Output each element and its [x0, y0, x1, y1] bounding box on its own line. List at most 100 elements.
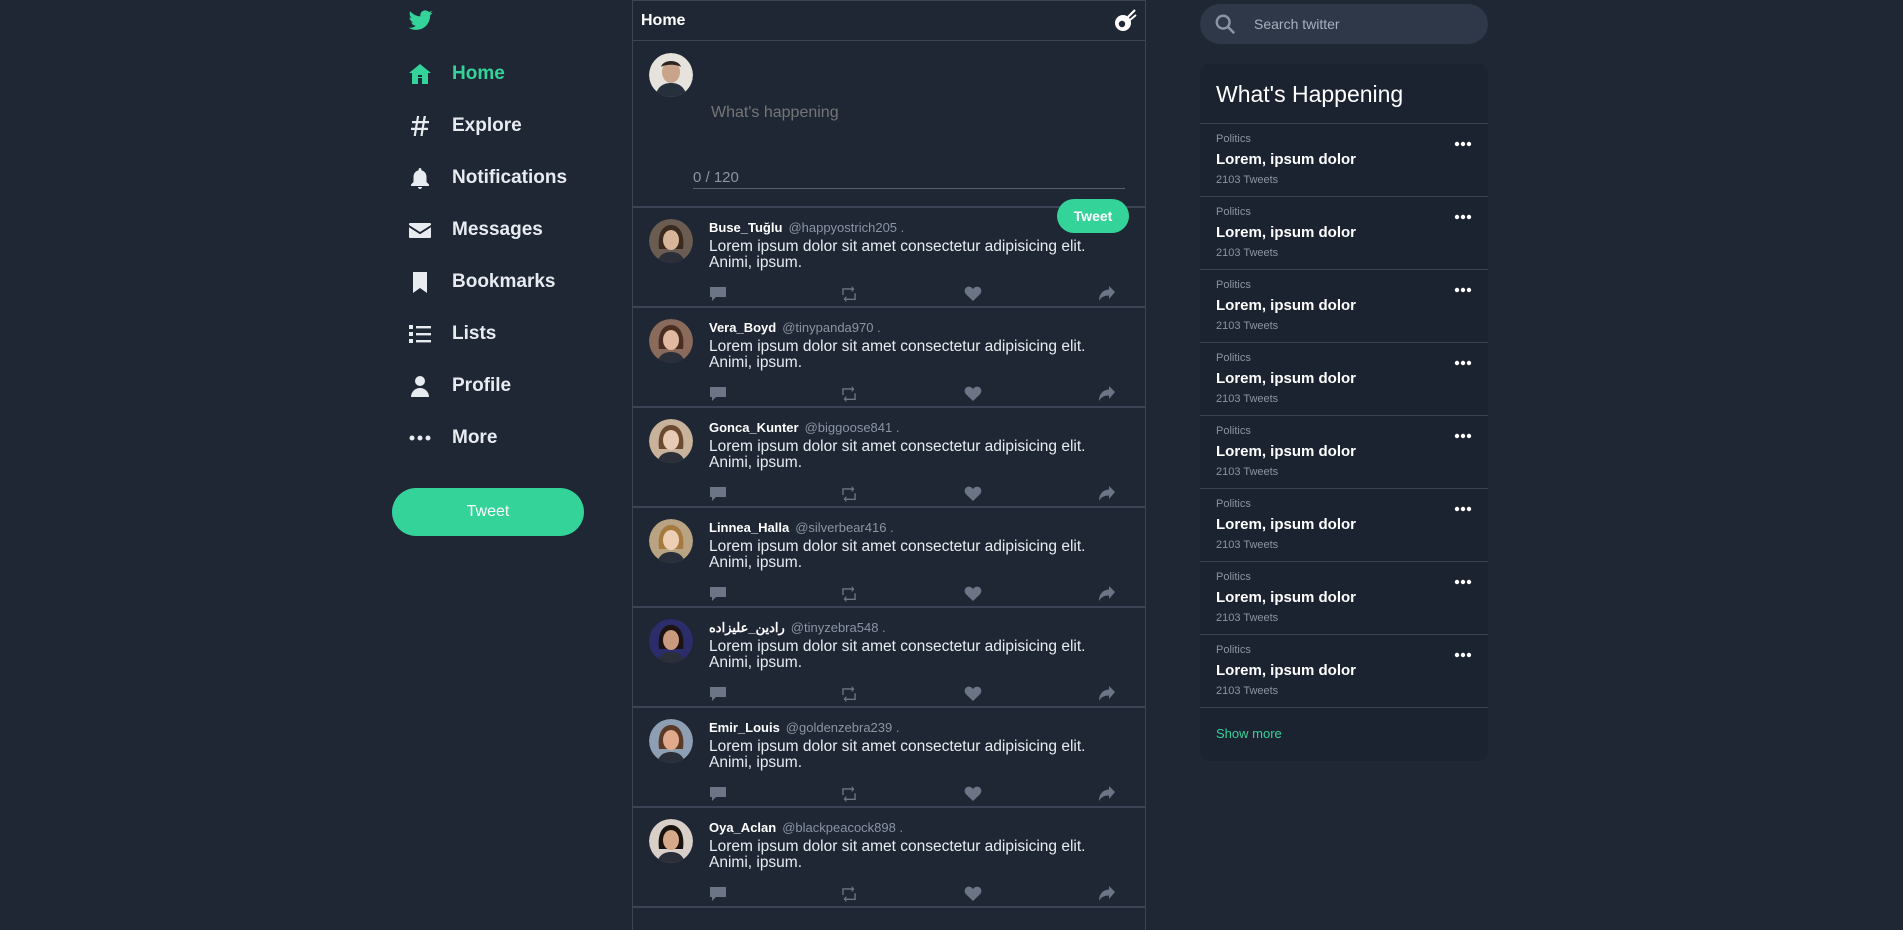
tweet-input[interactable] [709, 103, 1093, 123]
comment-icon[interactable] [709, 386, 727, 402]
sidebar-item-profile[interactable]: Profile [408, 370, 511, 402]
retweet-icon[interactable] [840, 286, 858, 303]
share-icon[interactable] [1098, 386, 1116, 402]
trend-category: Politics [1216, 279, 1251, 291]
trends-panel: What's Happening Politics Lorem, ipsum do… [1200, 64, 1488, 761]
sidebar-item-label: More [452, 427, 498, 448]
tweet[interactable]: Vera_Boyd @tinypanda970 . Lorem ipsum dolo… [633, 308, 1145, 408]
more-options-icon[interactable] [1454, 426, 1472, 439]
trend-item[interactable]: Politics Lorem, ipsum dolor 2103 Tweets [1200, 416, 1488, 489]
retweet-icon[interactable] [840, 586, 858, 603]
more-options-icon[interactable] [1454, 280, 1472, 293]
tweet-username[interactable]: رادین_علیزاده [709, 620, 785, 635]
more-options-icon[interactable] [1454, 134, 1472, 147]
heart-icon[interactable] [964, 286, 982, 302]
envelope-icon [408, 218, 432, 242]
share-icon[interactable] [1098, 786, 1116, 802]
heart-icon[interactable] [964, 486, 982, 502]
tweet-username[interactable]: Gonca_Kunter [709, 420, 799, 435]
retweet-icon[interactable] [840, 886, 858, 903]
avatar[interactable] [649, 53, 693, 97]
tweet-username[interactable]: Linnea_Halla [709, 520, 789, 535]
trends-title: What's Happening [1200, 64, 1488, 124]
search-input[interactable] [1252, 15, 1476, 33]
tweet-username[interactable]: Buse_Tuğlu [709, 220, 782, 235]
share-icon[interactable] [1098, 286, 1116, 302]
tweet[interactable]: Emir_Louis @goldenzebra239 . Lorem ipsum d… [633, 708, 1145, 808]
search-bar[interactable] [1200, 4, 1488, 44]
avatar[interactable] [649, 419, 693, 463]
trend-item[interactable]: Politics Lorem, ipsum dolor 2103 Tweets [1200, 197, 1488, 270]
feed: Home 0 / 120 Tweet Buse_Tuğlu @happyostri… [632, 0, 1146, 930]
trend-item[interactable]: Politics Lorem, ipsum dolor 2103 Tweets [1200, 562, 1488, 635]
retweet-icon[interactable] [840, 786, 858, 803]
retweet-icon[interactable] [840, 686, 858, 703]
sidebar-item-explore[interactable]: Explore [408, 110, 522, 142]
tweet[interactable]: Linnea_Halla @silverbear416 . Lorem ipsum … [633, 508, 1145, 608]
sidebar-item-label: Lists [452, 323, 497, 344]
share-icon[interactable] [1098, 886, 1116, 902]
comment-icon[interactable] [709, 586, 727, 602]
tweet-username[interactable]: Emir_Louis [709, 720, 780, 735]
comment-icon[interactable] [709, 686, 727, 702]
tweet-text: Lorem ipsum dolor sit amet consectetur a… [709, 238, 1086, 271]
sidebar-item-more[interactable]: More [408, 422, 497, 454]
tweet-text: Lorem ipsum dolor sit amet consectetur a… [709, 338, 1086, 371]
comment-icon[interactable] [709, 286, 727, 302]
avatar[interactable] [649, 519, 693, 563]
heart-icon[interactable] [964, 386, 982, 402]
avatar[interactable] [649, 219, 693, 263]
sidebar-item-notifications[interactable]: Notifications [408, 162, 567, 194]
tweet[interactable]: Gonca_Kunter @biggoose841 . Lorem ipsum do… [633, 408, 1145, 508]
sidebar-item-bookmarks[interactable]: Bookmarks [408, 266, 556, 298]
comment-icon[interactable] [709, 886, 727, 902]
share-icon[interactable] [1098, 686, 1116, 702]
heart-icon[interactable] [964, 786, 982, 802]
avatar[interactable] [649, 719, 693, 763]
retweet-icon[interactable] [840, 486, 858, 503]
sidebar-item-label: Explore [452, 115, 522, 136]
heart-icon[interactable] [964, 686, 982, 702]
comment-icon[interactable] [709, 786, 727, 802]
trend-count: 2103 Tweets [1216, 685, 1279, 697]
trend-category: Politics [1216, 352, 1251, 364]
avatar[interactable] [649, 819, 693, 863]
tweet[interactable]: Oya_Aclan @blackpeacock898 . Lorem ipsum d… [633, 808, 1145, 908]
more-options-icon[interactable] [1454, 353, 1472, 366]
sidebar-item-lists[interactable]: Lists [408, 318, 496, 350]
tweet-username[interactable]: Vera_Boyd [709, 320, 776, 335]
trend-item[interactable]: Politics Lorem, ipsum dolor 2103 Tweets [1200, 124, 1488, 197]
comment-icon[interactable] [709, 486, 727, 502]
share-icon[interactable] [1098, 586, 1116, 602]
trend-item[interactable]: Politics Lorem, ipsum dolor 2103 Tweets [1200, 270, 1488, 343]
trend-item[interactable]: Politics Lorem, ipsum dolor 2103 Tweets [1200, 343, 1488, 416]
sparkle-icon[interactable] [1113, 8, 1137, 33]
more-options-icon[interactable] [1454, 572, 1472, 585]
trend-count: 2103 Tweets [1216, 247, 1279, 259]
heart-icon[interactable] [964, 586, 982, 602]
tweet[interactable]: رادین_علیزاده @tinyzebra548 . Lorem ipsum … [633, 608, 1145, 708]
share-icon[interactable] [1098, 486, 1116, 502]
tweet-handle: @goldenzebra239 . [785, 720, 900, 735]
trend-item[interactable]: Politics Lorem, ipsum dolor 2103 Tweets [1200, 489, 1488, 562]
show-more-link[interactable]: Show more [1216, 726, 1282, 741]
avatar[interactable] [649, 319, 693, 363]
heart-icon[interactable] [964, 886, 982, 902]
tweet-button[interactable]: Tweet [392, 488, 584, 536]
tweet[interactable]: Buse_Tuğlu @happyostrich205 . Lorem ipsum … [633, 208, 1145, 308]
tweet-composer: 0 / 120 Tweet [633, 41, 1145, 233]
twitter-bird-icon[interactable] [408, 8, 434, 32]
more-options-icon[interactable] [1454, 499, 1472, 512]
trend-item[interactable]: Politics Lorem, ipsum dolor 2103 Tweets [1200, 635, 1488, 708]
avatar[interactable] [649, 619, 693, 663]
tweet-actions [709, 486, 1129, 504]
trend-list: Politics Lorem, ipsum dolor 2103 Tweets Pol… [1200, 124, 1488, 708]
sidebar-item-home[interactable]: Home [408, 58, 505, 90]
more-options-icon[interactable] [1454, 645, 1472, 658]
hashtag-icon [408, 114, 432, 138]
trend-category: Politics [1216, 571, 1251, 583]
retweet-icon[interactable] [840, 386, 858, 403]
tweet-username[interactable]: Oya_Aclan [709, 820, 776, 835]
sidebar-item-messages[interactable]: Messages [408, 214, 543, 246]
more-options-icon[interactable] [1454, 207, 1472, 220]
